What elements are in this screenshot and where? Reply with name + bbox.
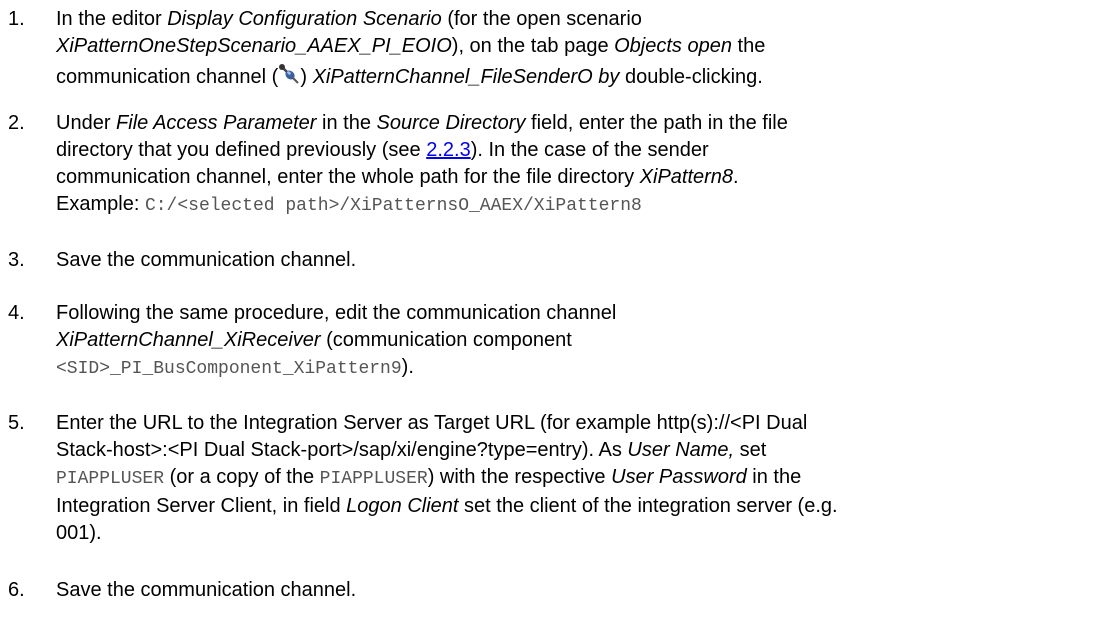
step-text: Following the same procedure, edit the c… (56, 302, 617, 379)
step-text: Enter the URL to the Integration Server … (56, 412, 838, 544)
editor-name: Display Configuration Scenario (167, 8, 442, 30)
step-number: 1. (8, 8, 25, 30)
channel-name: XiPatternChannel_FileSenderO by (312, 66, 620, 88)
step-number: 3. (8, 249, 25, 271)
step-number: 5. (8, 412, 25, 434)
step-text: Under File Access Parameter in the Sourc… (56, 112, 788, 216)
section-link[interactable]: 2.2.3 (426, 139, 470, 161)
tab-name: Objects open (614, 35, 732, 57)
step-number: 2. (8, 112, 25, 134)
step-text: Save the communication channel. (56, 249, 357, 271)
channel-name: XiPatternChannel_XiReceiver (56, 329, 321, 351)
step-text: In the editor Display Configuration Scen… (56, 8, 766, 88)
component-name: <SID>_PI_BusComponent_XiPattern9 (56, 359, 402, 379)
user-name-value: PIAPPLUSER (56, 469, 165, 489)
example-label: Example: (56, 193, 145, 215)
user-name-value-copy: PIAPPLUSER (319, 469, 428, 489)
instruction-steps: 1. In the editor Display Configuration S… (0, 0, 1101, 618)
step-text: Save the communication channel. (56, 579, 357, 601)
step-number: 6. (8, 579, 25, 601)
field-name: Source Directory (376, 112, 526, 134)
logon-client-label: Logon Client (346, 495, 459, 517)
param-group-name: File Access Parameter (116, 112, 317, 134)
directory-name: XiPattern8 (639, 166, 734, 188)
example-path: C:/<selected path>/XiPatternsO_AAEX/XiPa… (144, 196, 642, 216)
step-number: 4. (8, 302, 25, 324)
communication-channel-icon (278, 63, 300, 85)
scenario-name: XiPatternOneStepScenario_AAEX_PI_EOIO (56, 35, 452, 57)
password-label: User Password (611, 466, 747, 488)
user-name-label: User Name, (627, 439, 735, 461)
